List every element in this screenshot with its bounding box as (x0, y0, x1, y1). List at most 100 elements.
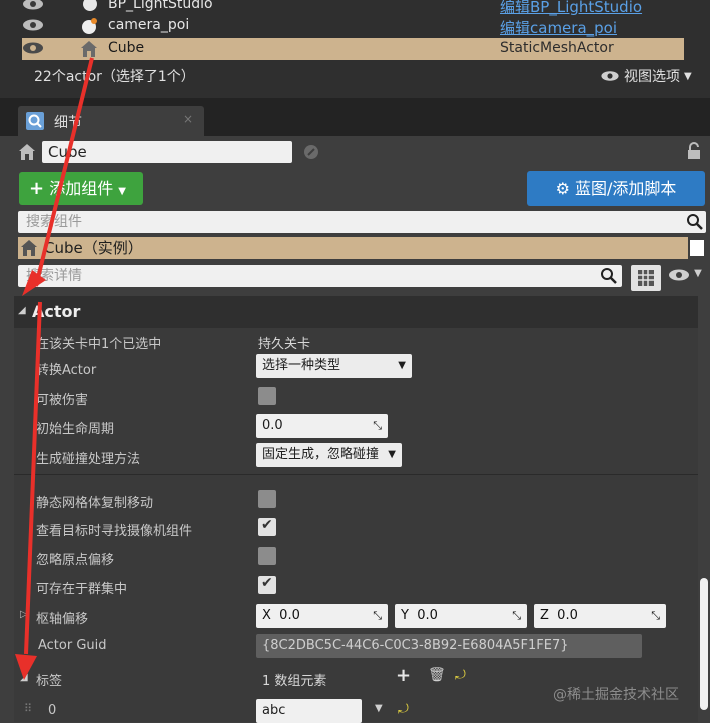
reset-icon[interactable]: ⤾ (455, 668, 466, 683)
pivot-x-input[interactable]: X 0.0 ⤡ (256, 604, 388, 628)
gears-icon: ⚙ (555, 179, 570, 198)
edit-blueprint-link[interactable]: 编辑camera_poi (500, 17, 617, 38)
add-component-button[interactable]: + 添加组件 ▼ (19, 172, 143, 205)
tag-input[interactable]: abc (256, 699, 362, 723)
chevron-down-icon: ▼ (684, 70, 692, 82)
drag-handle-icon[interactable]: ⤡ (651, 604, 660, 628)
numeric-value: 0.0 (417, 608, 438, 623)
grid-icon (638, 270, 654, 286)
actor-type: StaticMeshActor (500, 40, 614, 56)
add-component-label: 添加组件 (49, 179, 114, 198)
trash-icon[interactable]: 🗑 (428, 667, 446, 683)
dropdown-value: 固定生成，忽略碰撞 (262, 447, 380, 462)
actor-name-input[interactable]: Cube (42, 141, 292, 163)
magnifier-icon (26, 112, 44, 130)
drag-handle-icon[interactable]: ⤡ (373, 414, 382, 438)
replicate-movement-checkbox[interactable] (258, 490, 276, 508)
numeric-value: 0.0 (262, 418, 283, 433)
can-be-damaged-checkbox[interactable] (258, 387, 276, 405)
visibility-filter-button[interactable]: ▼ (668, 268, 708, 288)
actor-count: 22个actor（选择了1个） (34, 69, 195, 85)
collapse-arrow-icon[interactable]: ◢ (20, 672, 28, 683)
chevron-down-icon[interactable]: ▼ (375, 703, 383, 714)
axis-label: X (262, 608, 271, 623)
drag-handle-icon[interactable]: ⤡ (373, 604, 382, 628)
visibility-eye-icon[interactable] (22, 0, 44, 11)
instance-label: Cube（实例） (44, 239, 143, 257)
pivot-z-input[interactable]: Z 0.0 ⤡ (534, 604, 666, 628)
watermark: @稀土掘金技术社区 (553, 687, 679, 703)
sphere-icon (82, 18, 97, 34)
chevron-down-icon: ▼ (694, 268, 702, 279)
lock-icon[interactable] (686, 142, 702, 160)
chevron-down-icon: ▼ (398, 360, 406, 371)
expand-arrow-icon[interactable]: ▷ (20, 609, 28, 620)
numeric-value: 0.0 (557, 608, 578, 623)
property-label: 生成碰撞处理方法 (36, 452, 141, 467)
spawn-collision-dropdown[interactable]: 固定生成，忽略碰撞 ▼ (256, 443, 402, 467)
scroll-thumb[interactable] (690, 240, 704, 256)
visibility-eye-icon[interactable] (22, 41, 44, 55)
visibility-eye-icon[interactable] (22, 18, 44, 32)
search-icon[interactable] (686, 213, 704, 231)
property-label: Actor Guid (38, 638, 107, 653)
tags-label: 标签 (36, 674, 63, 689)
find-camera-checkbox[interactable]: ✔ (258, 517, 276, 536)
outliner-item-name: Cube (108, 40, 145, 56)
blueprint-add-script-button[interactable]: ⚙ 蓝图/添加脚本 (527, 171, 705, 206)
array-count: 1 数组元素 (262, 674, 327, 689)
array-index: 0 (48, 703, 57, 718)
blueprint-label: 蓝图/添加脚本 (575, 179, 677, 198)
outliner-row[interactable]: BP_LightStudio 编辑BP_LightStudio (22, 0, 684, 16)
component-instance-row[interactable]: Cube（实例） (18, 237, 688, 259)
convert-actor-dropdown[interactable]: 选择一种类型 ▼ (256, 354, 412, 378)
property-label: 可被伤害 (36, 393, 89, 408)
property-label: 转换Actor (36, 363, 97, 378)
property-label: 可存在于群集中 (36, 582, 128, 597)
add-element-icon[interactable]: + (396, 665, 411, 686)
collapse-arrow-icon: ◢ (18, 305, 26, 316)
outliner-row[interactable]: camera_poi 编辑camera_poi (22, 15, 684, 37)
chevron-down-icon: ▼ (118, 186, 126, 197)
initial-lifespan-input[interactable]: 0.0 ⤡ (256, 414, 388, 438)
close-icon[interactable]: × (183, 112, 193, 126)
actor-section-header[interactable]: ◢ Actor (14, 296, 698, 328)
outliner-row-selected[interactable]: Cube StaticMeshActor (22, 38, 684, 60)
eye-icon (601, 71, 619, 81)
check-icon: ✔ (261, 575, 273, 591)
details-scrollbar[interactable] (700, 578, 708, 710)
details-search-input[interactable]: 搜索详情 (18, 265, 622, 287)
reset-icon[interactable]: ⤾ (398, 702, 409, 717)
property-label: 初始生命周期 (36, 422, 115, 437)
plus-icon: + (29, 178, 45, 199)
sphere-icon (83, 0, 97, 11)
static-mesh-icon (81, 41, 97, 57)
property-label: 静态网格体复制移动 (36, 496, 154, 511)
can-exist-cluster-checkbox[interactable]: ✔ (258, 575, 276, 594)
link-icon[interactable] (303, 144, 319, 160)
tab-label: 细节 (54, 115, 82, 131)
property-matrix-button[interactable] (631, 265, 661, 291)
drag-handle-icon[interactable]: ⤡ (512, 604, 521, 628)
world-outliner: BP_LightStudio 编辑BP_LightStudio camera_p… (0, 0, 710, 98)
property-value: 持久关卡 (258, 337, 311, 352)
dropdown-value: 选择一种类型 (262, 358, 341, 373)
check-icon: ✔ (261, 517, 273, 533)
ignore-origin-checkbox[interactable] (258, 547, 276, 565)
outliner-item-name: BP_LightStudio (108, 0, 213, 12)
search-icon[interactable] (600, 267, 618, 285)
property-label: 在该关卡中1个已选中 (36, 337, 162, 352)
tab-details[interactable]: 细节 × (18, 106, 204, 136)
pivot-y-input[interactable]: Y 0.0 ⤡ (395, 604, 527, 628)
property-label: 枢轴偏移 (36, 612, 89, 627)
eye-icon (669, 269, 689, 281)
property-label: 查看目标时寻找摄像机组件 (36, 524, 193, 539)
outliner-item-name: camera_poi (108, 17, 190, 33)
actor-guid-field: {8C2DBC5C-44C6-C0C3-8B92-E6804A5F1FE7} (256, 634, 642, 658)
actor-icon (19, 144, 35, 160)
section-title: Actor (32, 302, 81, 321)
component-search-input[interactable]: 搜索组件 (18, 211, 706, 233)
drag-grip-icon[interactable]: ⠿ (24, 702, 32, 715)
view-options-button[interactable]: 视图选项 ▼ (600, 66, 692, 86)
property-label: 忽略原点偏移 (36, 553, 115, 568)
